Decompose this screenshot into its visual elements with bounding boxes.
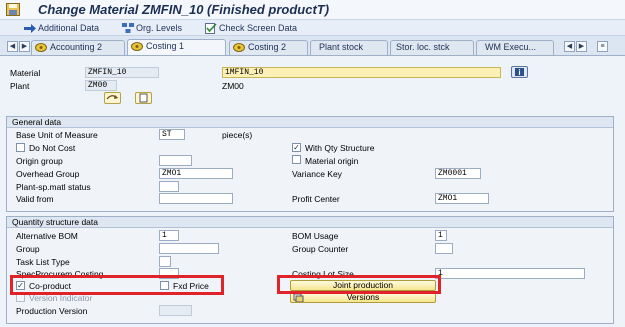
tab-accounting-2[interactable]: Accounting 2: [31, 40, 125, 55]
material-field: ZMFIN_10: [85, 67, 159, 78]
plant-description: ZM00: [222, 81, 244, 91]
variance-key-field[interactable]: ZM0001: [435, 168, 481, 179]
material-origin-label: Material origin: [305, 156, 359, 166]
costing-lot-size-field[interactable]: 1: [435, 268, 585, 279]
group-counter-field[interactable]: [435, 243, 453, 254]
co-product-highlight: [10, 275, 224, 295]
material-description-field[interactable]: 1MFIN_10: [222, 67, 501, 78]
joint-production-highlight: [277, 275, 441, 294]
org-levels-icon: [122, 23, 134, 33]
origin-group-label: Origin group: [16, 156, 63, 166]
overhead-group-label: Overhead Group: [16, 169, 80, 179]
tab-costing-1[interactable]: Costing 1: [127, 39, 226, 55]
org-change-button[interactable]: [104, 92, 121, 104]
material-origin-checkbox[interactable]: [292, 155, 301, 164]
plant-sp-status-field[interactable]: [159, 181, 179, 192]
variance-key-label: Variance Key: [292, 169, 342, 179]
title-bar: Change Material ZMFIN_10 (Finished produ…: [0, 0, 625, 20]
tab-list-button[interactable]: ≡: [597, 41, 608, 52]
tab-label: Costing 2: [248, 42, 287, 52]
additional-data-button[interactable]: Additional Data: [24, 22, 99, 34]
change-org-icon: [106, 95, 118, 100]
task-list-type-field[interactable]: [159, 256, 171, 267]
plant-label: Plant: [10, 81, 30, 91]
bom-usage-field[interactable]: 1: [435, 230, 447, 241]
tab-label: Stor. loc. stck: [396, 42, 450, 52]
info-button[interactable]: i: [511, 66, 528, 78]
additional-data-label: Additional Data: [38, 23, 100, 33]
versions-icon: [293, 293, 304, 302]
overhead-group-field[interactable]: ZMO1: [159, 168, 233, 179]
quantity-structure-title: Quantity structure data: [7, 217, 613, 228]
alt-bom-label: Alternative BOM: [16, 231, 78, 241]
origin-group-field[interactable]: [159, 155, 192, 166]
info-icon: i: [515, 68, 524, 77]
with-qty-structure-checkbox[interactable]: ✓: [292, 143, 301, 152]
check-document-icon: [205, 22, 217, 34]
material-label: Material: [10, 68, 41, 78]
alt-bom-field[interactable]: 1: [159, 230, 179, 241]
with-qty-structure-label: With Qty Structure: [305, 143, 375, 153]
tab-scroll-left-button[interactable]: ◀: [564, 41, 575, 52]
tab-label: Accounting 2: [50, 42, 103, 52]
tab-scroll-right-button[interactable]: ▶: [19, 41, 30, 52]
do-not-cost-label: Do Not Cost: [29, 143, 76, 153]
tab-status-icon: [35, 43, 47, 52]
tab-costing-2[interactable]: Costing 2: [229, 40, 308, 55]
valid-from-field[interactable]: [159, 193, 233, 204]
svg-text:i: i: [518, 68, 520, 77]
valid-from-label: Valid from: [16, 194, 54, 204]
tab-wm-execution[interactable]: WM Execu...: [476, 40, 554, 55]
production-version-label: Production Version: [16, 306, 88, 316]
profit-center-field[interactable]: ZMO1: [435, 193, 489, 204]
task-list-type-label: Task List Type: [16, 257, 70, 267]
base-uom-text: piece(s): [222, 130, 253, 140]
tab-label: WM Execu...: [485, 42, 537, 52]
tab-status-icon: [131, 42, 143, 51]
general-data-title: General data: [7, 117, 613, 128]
group-field[interactable]: [159, 243, 219, 254]
save-icon[interactable]: [6, 3, 20, 16]
group-label: Group: [16, 244, 40, 254]
check-screen-data-label: Check Screen Data: [219, 23, 298, 33]
tab-plant-stock[interactable]: Plant stock: [310, 40, 388, 55]
tab-label: Costing 1: [146, 41, 185, 51]
plant-sp-status-label: Plant-sp.matl status: [16, 182, 91, 192]
document-icon: [139, 93, 148, 103]
tab-strip: ◀ ▶ Accounting 2 Costing 1 Costing 2 Pla…: [0, 38, 625, 55]
costing-1-panel: Material ZMFIN_10 1MFIN_10 i Plant ZM00 …: [0, 55, 625, 327]
tab-status-icon: [233, 43, 245, 52]
do-not-cost-checkbox[interactable]: [16, 143, 25, 152]
tab-stor-loc-stck[interactable]: Stor. loc. stck: [390, 40, 474, 55]
org-levels-button[interactable]: Org. Levels: [122, 22, 182, 34]
arrow-right-icon: [24, 23, 36, 33]
profit-center-label: Profit Center: [292, 194, 340, 204]
production-version-field: [159, 305, 192, 316]
tab-label: Plant stock: [319, 42, 364, 52]
check-screen-data-button[interactable]: Check Screen Data: [205, 22, 297, 34]
tab-scroll-right-button[interactable]: ▶: [576, 41, 587, 52]
display-document-button[interactable]: [135, 92, 152, 104]
base-uom-label: Base Unit of Measure: [16, 130, 98, 140]
plant-field: ZM00: [85, 80, 117, 91]
base-uom-field[interactable]: ST: [159, 129, 185, 140]
application-toolbar: Additional Data Org. Levels Check Screen…: [0, 20, 625, 36]
group-counter-label: Group Counter: [292, 244, 349, 254]
tab-scroll-left-button[interactable]: ◀: [7, 41, 18, 52]
org-levels-label: Org. Levels: [136, 23, 183, 33]
bom-usage-label: BOM Usage: [292, 231, 339, 241]
page-title: Change Material ZMFIN_10 (Finished produ…: [38, 2, 330, 17]
